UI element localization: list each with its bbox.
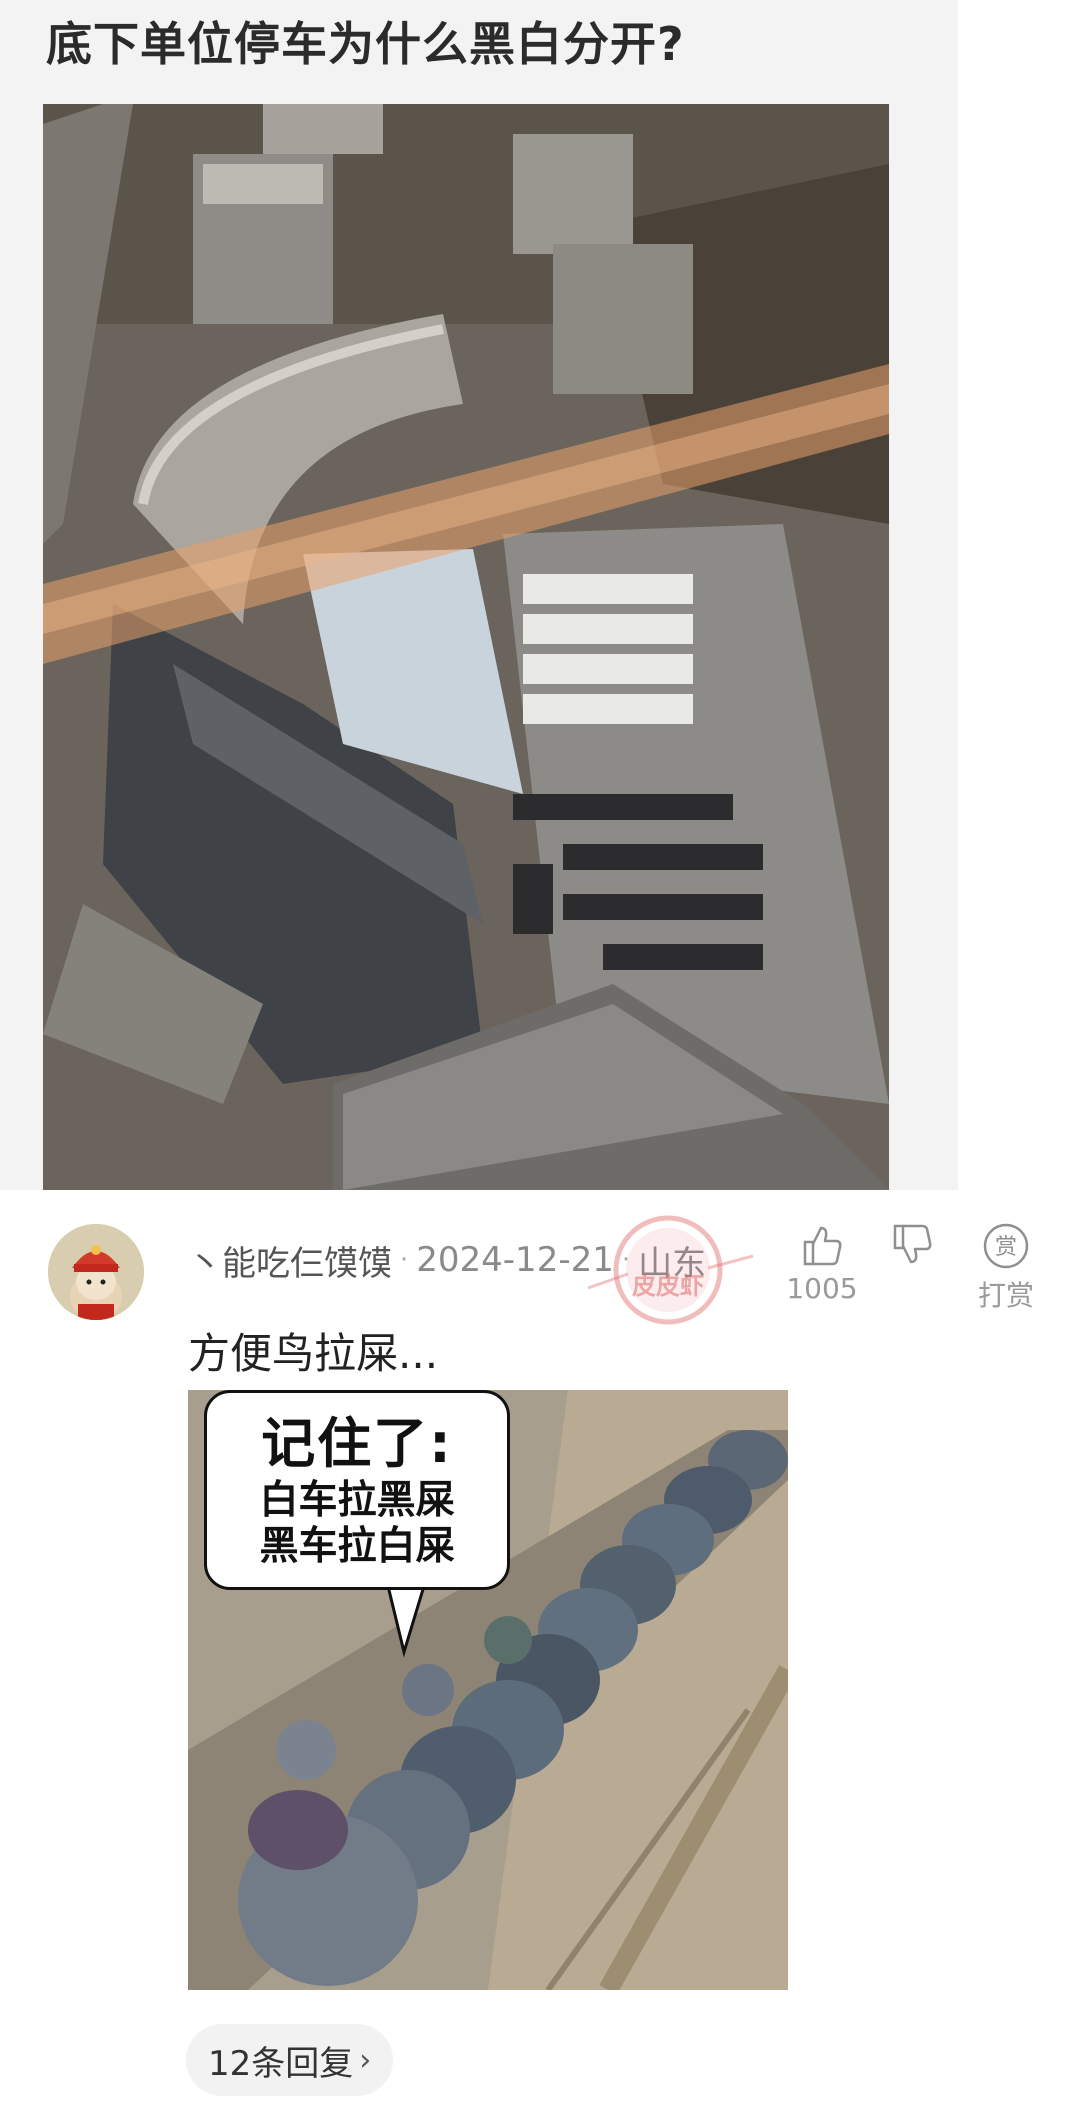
reward-icon: 赏 (983, 1223, 1029, 1269)
tip-button[interactable]: 赏 打赏 (976, 1222, 1036, 1314)
like-count: 1005 (786, 1272, 858, 1305)
meta-separator: · (400, 1245, 409, 1275)
comment-location: 山东 (638, 1243, 707, 1284)
thumbs-up-icon (803, 1226, 842, 1266)
reward-icon-char: 赏 (995, 1235, 1017, 1260)
avatar[interactable] (48, 1224, 144, 1320)
comment-date: 2024-12-21 (416, 1240, 614, 1280)
replies-label: 12条回复 (208, 2043, 354, 2084)
thumbs-down-icon (893, 1224, 932, 1264)
speech-bubble: 记住了: 白车拉黑屎 黑车拉白屎 (204, 1390, 510, 1590)
comment-username[interactable]: 丶能吃仨馍馍 (188, 1236, 392, 1285)
view-replies-button[interactable]: 12条回复 › (186, 2024, 394, 2096)
comment-meta: 丶能吃仨馍馍 · 2024-12-21 · 山东 (188, 1236, 706, 1284)
page: 底下单位停车为什么黑白分开? 丶能吃仨馍馍 · 2024-12-21 · 山东 … (0, 0, 1080, 2108)
post-title: 底下单位停车为什么黑白分开? (46, 17, 685, 71)
dislike-button[interactable] (884, 1222, 940, 1268)
chevron-right-icon: › (359, 2042, 372, 2078)
comment-image[interactable]: 记住了: 白车拉黑屎 黑车拉白屎 (188, 1390, 788, 1990)
post-card[interactable]: 底下单位停车为什么黑白分开? (0, 0, 958, 1190)
meta-separator: · (621, 1245, 631, 1275)
post-image[interactable] (43, 104, 889, 1190)
meme-line-1: 记住了: (261, 1412, 453, 1475)
meme-line-3: 黑车拉白屎 (259, 1524, 455, 1569)
like-button[interactable]: 1005 (786, 1222, 858, 1305)
meme-line-2: 白车拉黑屎 (259, 1478, 455, 1523)
comment-text: 方便鸟拉屎... (188, 1329, 439, 1378)
tip-label: 打赏 (977, 1279, 1034, 1312)
